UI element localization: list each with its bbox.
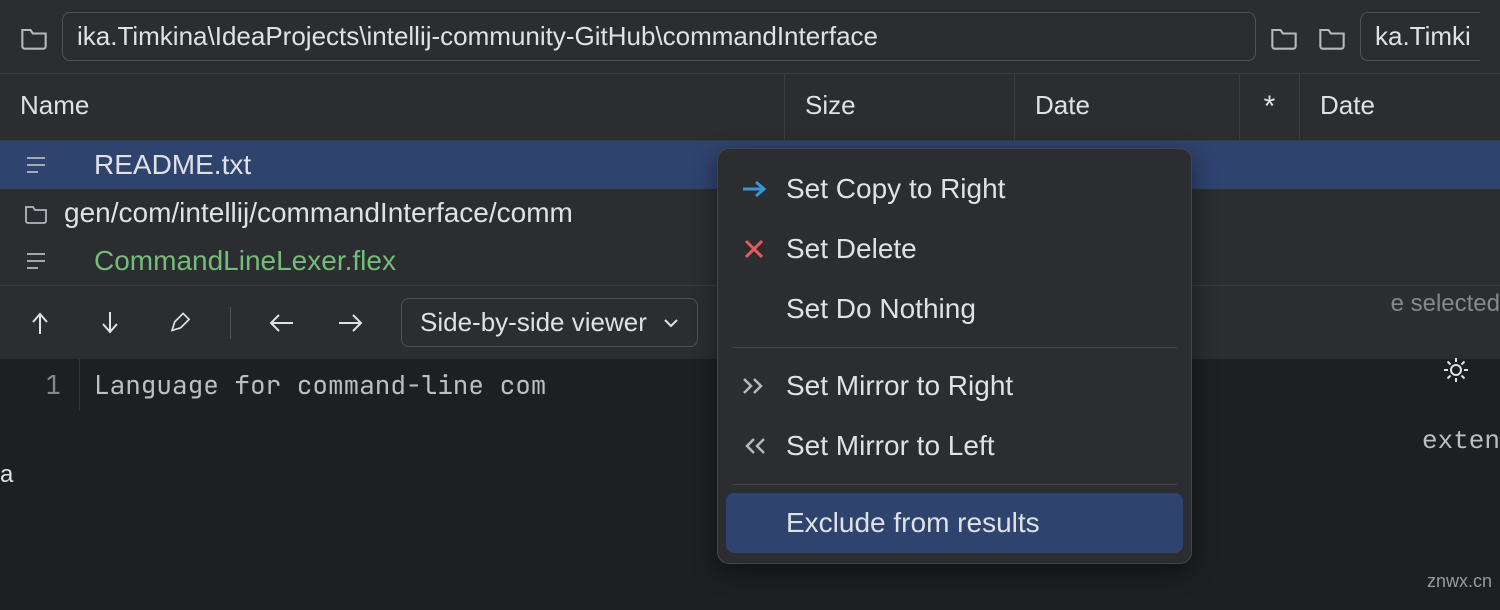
chevrons-right-icon: [740, 376, 768, 396]
next-diff-button[interactable]: [90, 303, 130, 343]
folder-icon: [20, 24, 48, 50]
text-file-icon: [24, 154, 48, 176]
menu-exclude-results[interactable]: Exclude from results: [726, 493, 1183, 553]
editor-line: Language for command-line com: [80, 359, 560, 410]
toolbar-divider: [230, 307, 231, 339]
menu-label: Set Do Nothing: [786, 293, 976, 325]
file-name: CommandLineLexer.flex: [74, 245, 396, 277]
folder-icon[interactable]: [1270, 24, 1298, 50]
right-path-input[interactable]: ka.Timki: [1360, 12, 1480, 61]
file-name: README.txt: [74, 149, 251, 181]
menu-set-delete[interactable]: Set Delete: [718, 219, 1191, 279]
line-number: 1: [0, 359, 80, 410]
menu-label: Set Mirror to Right: [786, 370, 1013, 402]
menu-separator: [732, 484, 1177, 485]
column-date-left[interactable]: Date: [1015, 74, 1240, 140]
folder-icon: [1318, 24, 1346, 50]
menu-label: Set Delete: [786, 233, 917, 265]
edit-button[interactable]: [160, 303, 200, 343]
chevrons-left-icon: [740, 436, 768, 456]
right-hint: e selected: [1391, 290, 1500, 318]
menu-mirror-left[interactable]: Set Mirror to Left: [718, 416, 1191, 476]
chevron-down-icon: [663, 317, 679, 329]
menu-mirror-right[interactable]: Set Mirror to Right: [718, 356, 1191, 416]
column-size[interactable]: Size: [785, 74, 1015, 140]
text-file-icon: [24, 250, 48, 272]
menu-label: Set Mirror to Left: [786, 430, 995, 462]
menu-label: Exclude from results: [786, 507, 1040, 539]
forward-button[interactable]: [331, 303, 371, 343]
left-path-segment: ika.Timkina\IdeaProjects\intellij-commun…: [20, 12, 1298, 61]
back-button[interactable]: [261, 303, 301, 343]
right-path-segment: ka.Timki: [1318, 12, 1480, 61]
viewer-mode-dropdown[interactable]: Side-by-side viewer: [401, 298, 698, 347]
editor-line-right: exten: [1422, 418, 1500, 464]
arrow-right-icon: [740, 180, 768, 198]
context-menu: Set Copy to Right Set Delete Set Do Noth…: [717, 148, 1192, 564]
column-name[interactable]: Name: [0, 74, 785, 140]
settings-button[interactable]: [1436, 350, 1476, 390]
column-date-right[interactable]: Date: [1300, 74, 1500, 140]
menu-set-do-nothing[interactable]: Set Do Nothing: [718, 279, 1191, 339]
table-header: Name Size Date * Date: [0, 73, 1500, 141]
folder-icon: [24, 202, 48, 224]
watermark: znwx.cn: [1427, 571, 1492, 592]
menu-separator: [732, 347, 1177, 348]
dropdown-label: Side-by-side viewer: [420, 307, 647, 338]
close-icon: [740, 238, 768, 260]
left-tab[interactable]: a: [0, 460, 15, 490]
left-path-input[interactable]: ika.Timkina\IdeaProjects\intellij-commun…: [62, 12, 1256, 61]
menu-label: Set Copy to Right: [786, 173, 1005, 205]
path-bar: ika.Timkina\IdeaProjects\intellij-commun…: [0, 0, 1500, 73]
menu-set-copy-right[interactable]: Set Copy to Right: [718, 159, 1191, 219]
column-star[interactable]: *: [1240, 74, 1300, 140]
file-name: gen/com/intellij/commandInterface/comm: [64, 197, 573, 229]
prev-diff-button[interactable]: [20, 303, 60, 343]
